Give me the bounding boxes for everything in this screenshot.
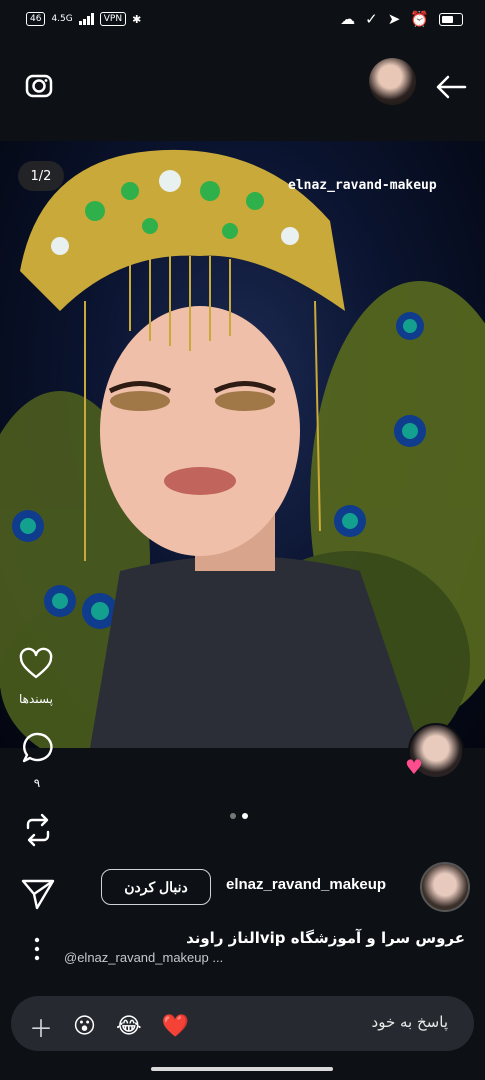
arrow-left-icon [436, 75, 467, 99]
telegram-icon: ➤ [387, 10, 401, 28]
status-left: 46 4.5G VPN ✱ [26, 12, 141, 26]
post-image[interactable] [0, 141, 485, 748]
status-right: ☁ ✓ ➤ ⏰ [340, 10, 463, 28]
author-username[interactable]: elnaz_ravand_makeup [226, 876, 386, 893]
camera-icon [25, 74, 53, 98]
home-indicator[interactable] [151, 1067, 333, 1071]
quick-reactions: ＋ 😮 😂 ❤️ [29, 1009, 189, 1044]
like-button[interactable] [18, 646, 54, 686]
comment-button[interactable] [20, 730, 56, 770]
more-options-button[interactable] [32, 936, 42, 966]
image-watermark: elnaz_ravand-makeup [288, 178, 437, 193]
heart-emoji-icon[interactable]: ❤️ [162, 1014, 189, 1039]
share-button[interactable] [20, 876, 56, 916]
check-icon: ✓ [365, 10, 378, 28]
camera-button[interactable] [22, 68, 56, 102]
send-icon [21, 879, 55, 910]
caption-line1: عروس سرا و آموزشگاه vipالناز راوند [186, 929, 465, 947]
heart-badge-icon: ♥ [405, 755, 423, 779]
reply-bar[interactable]: ＋ 😮 😂 ❤️ پاسخ به خود [11, 996, 474, 1051]
network-badge: 46 [26, 12, 46, 26]
more-vertical-icon [34, 937, 40, 961]
bluetooth-icon: ✱ [132, 12, 142, 26]
battery-icon [439, 12, 463, 26]
author-avatar[interactable] [420, 862, 470, 912]
status-bar: 46 4.5G VPN ✱ ☁ ✓ ➤ ⏰ [0, 0, 485, 44]
heart-icon [19, 647, 53, 679]
portrait-illustration [0, 149, 485, 748]
reply-input[interactable]: پاسخ به خود [372, 1013, 448, 1031]
carousel-dot-active [242, 813, 248, 819]
like-label: پسندها [19, 692, 53, 706]
carousel-indicator [230, 813, 248, 819]
signal-icon [78, 13, 94, 25]
story-avatar[interactable] [369, 58, 416, 105]
carousel-dot [230, 813, 236, 819]
alarm-icon: ⏰ [410, 10, 429, 28]
add-reaction-button[interactable]: ＋ [29, 1009, 53, 1044]
repost-icon [26, 813, 50, 847]
back-button[interactable] [434, 72, 468, 102]
vpn-badge: VPN [99, 12, 127, 26]
caption-line2[interactable]: @elnaz_ravand_makeup ... [64, 950, 223, 965]
network-type: 4.5G [51, 14, 73, 24]
page-counter: 1/2 [18, 161, 64, 191]
laughing-emoji-icon[interactable]: 😂 [116, 1014, 142, 1039]
cloud-icon: ☁ [340, 10, 356, 28]
surprised-emoji-icon[interactable]: 😮 [73, 1014, 96, 1039]
comment-icon [22, 732, 53, 763]
comment-count: ۹ [33, 776, 41, 790]
repost-button[interactable] [20, 812, 56, 852]
follow-button[interactable]: دنبال کردن [101, 869, 211, 905]
